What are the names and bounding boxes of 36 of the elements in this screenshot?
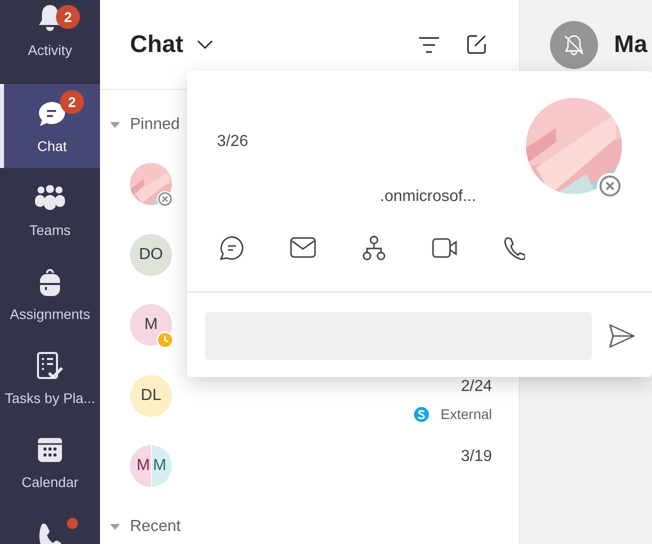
phone-icon[interactable] — [503, 236, 525, 260]
section-label[interactable]: Pinned — [130, 113, 180, 137]
filter-icon[interactable] — [418, 36, 440, 54]
video-camera-icon[interactable] — [432, 238, 458, 258]
unread-count-badge: 2 — [60, 90, 84, 114]
org-chart-icon[interactable] — [361, 235, 387, 261]
calendar-icon — [36, 436, 64, 464]
rail-tab[interactable]: Activity 2 — [0, 0, 100, 84]
chat-time: 3/19 — [460, 447, 492, 468]
chat-icon[interactable] — [219, 235, 245, 261]
chat-title: Chat — [130, 30, 184, 60]
conversation-title: Ma — [614, 30, 648, 60]
rail-tab[interactable]: Tasks by Pla... — [0, 336, 100, 420]
section-label[interactable]: Recent — [130, 515, 181, 539]
card-date: 3/26 — [217, 132, 248, 152]
email-text: .onmicrosof... — [380, 187, 476, 207]
external-label: External — [440, 404, 492, 424]
section-caret-icon[interactable] — [110, 524, 120, 530]
people-icon — [34, 185, 66, 211]
rail-tab[interactable]: Assignments — [0, 252, 100, 336]
checklist-icon — [35, 351, 65, 381]
avatar: DO — [130, 234, 172, 276]
unread-count-badge: 2 — [56, 5, 80, 29]
rail-tab[interactable]: Calendar — [0, 420, 100, 504]
chevron-down-icon[interactable] — [197, 40, 214, 50]
skype-icon — [414, 406, 429, 422]
section-caret-icon[interactable] — [110, 122, 120, 128]
send-icon[interactable] — [609, 324, 635, 348]
avatar: DL — [130, 374, 172, 417]
chat-time: 2/24 — [460, 376, 492, 397]
compose-icon[interactable] — [466, 34, 487, 55]
mail-icon[interactable] — [290, 237, 316, 259]
backpack-icon — [37, 267, 63, 297]
chat-bubble-icon — [37, 100, 67, 128]
rail-tab[interactable]: Teams — [0, 168, 100, 252]
rail-tab[interactable]: Chat 2 — [0, 84, 100, 168]
